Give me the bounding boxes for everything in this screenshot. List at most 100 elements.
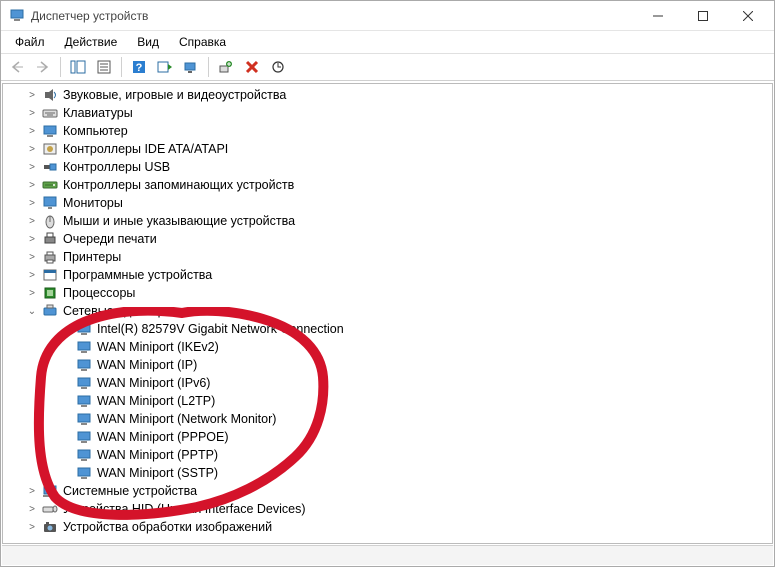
network-icon [41, 302, 59, 320]
tree-item-label: Контроллеры IDE ATA/ATAPI [63, 142, 228, 156]
expander-icon[interactable]: > [25, 502, 39, 516]
keyboard-icon [41, 104, 59, 122]
mouse-icon [41, 212, 59, 230]
tree-item-label: Звуковые, игровые и видеоустройства [63, 88, 286, 102]
tree-item-label: WAN Miniport (IPv6) [97, 376, 210, 390]
uninstall-button[interactable] [240, 56, 264, 78]
tree-item-label: WAN Miniport (PPPOE) [97, 430, 229, 444]
expander-icon[interactable]: > [25, 178, 39, 192]
tree-category[interactable]: > Процессоры [3, 284, 772, 302]
menu-help[interactable]: Справка [169, 33, 236, 51]
tree-category[interactable]: > Контроллеры USB [3, 158, 772, 176]
tree-device[interactable]: WAN Miniport (IPv6) [3, 374, 772, 392]
monitor-icon [41, 194, 59, 212]
menu-view[interactable]: Вид [127, 33, 169, 51]
netadapter-icon [75, 446, 93, 464]
back-button[interactable] [5, 56, 29, 78]
expander-placeholder [59, 448, 73, 462]
tree-device[interactable]: Intel(R) 82579V Gigabit Network Connecti… [3, 320, 772, 338]
expander-icon[interactable]: > [25, 484, 39, 498]
netadapter-icon [75, 374, 93, 392]
expander-placeholder [59, 394, 73, 408]
expander-icon[interactable]: > [25, 124, 39, 138]
netadapter-icon [75, 428, 93, 446]
tree-item-label: WAN Miniport (L2TP) [97, 394, 215, 408]
system-icon [41, 482, 59, 500]
printer-icon [41, 248, 59, 266]
tree-item-label: Программные устройства [63, 268, 212, 282]
tree-category[interactable]: > Мониторы [3, 194, 772, 212]
tree-category[interactable]: > Компьютер [3, 122, 772, 140]
tree-item-label: Процессоры [63, 286, 135, 300]
tree-device[interactable]: WAN Miniport (PPPOE) [3, 428, 772, 446]
tree-category[interactable]: > Мыши и иные указывающие устройства [3, 212, 772, 230]
tree-category[interactable]: > Очереди печати [3, 230, 772, 248]
tree-category[interactable]: > Контроллеры запоминающих устройств [3, 176, 772, 194]
menu-bar: Файл Действие Вид Справка [1, 31, 774, 53]
tree-item-label: Компьютер [63, 124, 128, 138]
expander-icon[interactable]: > [25, 232, 39, 246]
toolbar-separator [121, 57, 122, 77]
expander-icon[interactable]: > [25, 142, 39, 156]
tree-item-label: Очереди печати [63, 232, 157, 246]
help-button[interactable]: ? [127, 56, 151, 78]
expander-icon[interactable]: > [25, 250, 39, 264]
tree-device[interactable]: WAN Miniport (IKEv2) [3, 338, 772, 356]
menu-file[interactable]: Файл [5, 33, 55, 51]
tree-category[interactable]: > Программные устройства [3, 266, 772, 284]
toolbar-separator [208, 57, 209, 77]
usb-icon [41, 158, 59, 176]
properties-button[interactable] [92, 56, 116, 78]
expander-icon[interactable]: > [25, 520, 39, 534]
expander-placeholder [59, 376, 73, 390]
tree-category[interactable]: > Системные устройства [3, 482, 772, 500]
tree-device[interactable]: WAN Miniport (PPTP) [3, 446, 772, 464]
expander-icon[interactable]: > [25, 214, 39, 228]
tree-device[interactable]: WAN Miniport (SSTP) [3, 464, 772, 482]
tree-category[interactable]: > Звуковые, игровые и видеоустройства [3, 86, 772, 104]
printqueue-icon [41, 230, 59, 248]
expander-icon[interactable]: > [25, 268, 39, 282]
tree-category[interactable]: > Устройства обработки изображений [3, 518, 772, 536]
tree-category[interactable]: > Контроллеры IDE ATA/ATAPI [3, 140, 772, 158]
expander-icon[interactable]: > [25, 286, 39, 300]
tree-item-label: WAN Miniport (Network Monitor) [97, 412, 276, 426]
tree-item-label: Принтеры [63, 250, 121, 264]
cpu-icon [41, 284, 59, 302]
close-button[interactable] [725, 1, 770, 30]
tree-item-label: Устройства HID (Human Interface Devices) [63, 502, 306, 516]
action-button[interactable] [153, 56, 177, 78]
forward-button[interactable] [31, 56, 55, 78]
maximize-button[interactable] [680, 1, 725, 30]
tree-item-label: Системные устройства [63, 484, 197, 498]
tree-item-label: WAN Miniport (SSTP) [97, 466, 218, 480]
expander-icon[interactable]: > [25, 106, 39, 120]
add-legacy-hardware-button[interactable] [214, 56, 238, 78]
scan-hardware-button[interactable] [179, 56, 203, 78]
imaging-icon [41, 518, 59, 536]
device-tree-container[interactable]: > Звуковые, игровые и видеоустройства > … [2, 83, 773, 544]
tree-device[interactable]: WAN Miniport (L2TP) [3, 392, 772, 410]
show-hide-tree-button[interactable] [66, 56, 90, 78]
update-driver-button[interactable] [266, 56, 290, 78]
expander-icon[interactable]: > [25, 196, 39, 210]
tree-category[interactable]: > Устройства HID (Human Interface Device… [3, 500, 772, 518]
tree-category[interactable]: > Клавиатуры [3, 104, 772, 122]
menu-action[interactable]: Действие [55, 33, 128, 51]
tree-device[interactable]: WAN Miniport (Network Monitor) [3, 410, 772, 428]
minimize-button[interactable] [635, 1, 680, 30]
tree-item-label: WAN Miniport (IP) [97, 358, 197, 372]
expander-icon[interactable]: ⌄ [25, 304, 39, 318]
expander-placeholder [59, 358, 73, 372]
expander-icon[interactable]: > [25, 88, 39, 102]
tree-category[interactable]: ⌄ Сетевые адаптеры [3, 302, 772, 320]
window-title: Диспетчер устройств [31, 9, 635, 23]
tree-category[interactable]: > Принтеры [3, 248, 772, 266]
tree-item-label: WAN Miniport (IKEv2) [97, 340, 219, 354]
expander-icon[interactable]: > [25, 160, 39, 174]
storage-icon [41, 176, 59, 194]
expander-placeholder [59, 412, 73, 426]
netadapter-icon [75, 338, 93, 356]
title-bar: Диспетчер устройств [1, 1, 774, 31]
tree-device[interactable]: WAN Miniport (IP) [3, 356, 772, 374]
